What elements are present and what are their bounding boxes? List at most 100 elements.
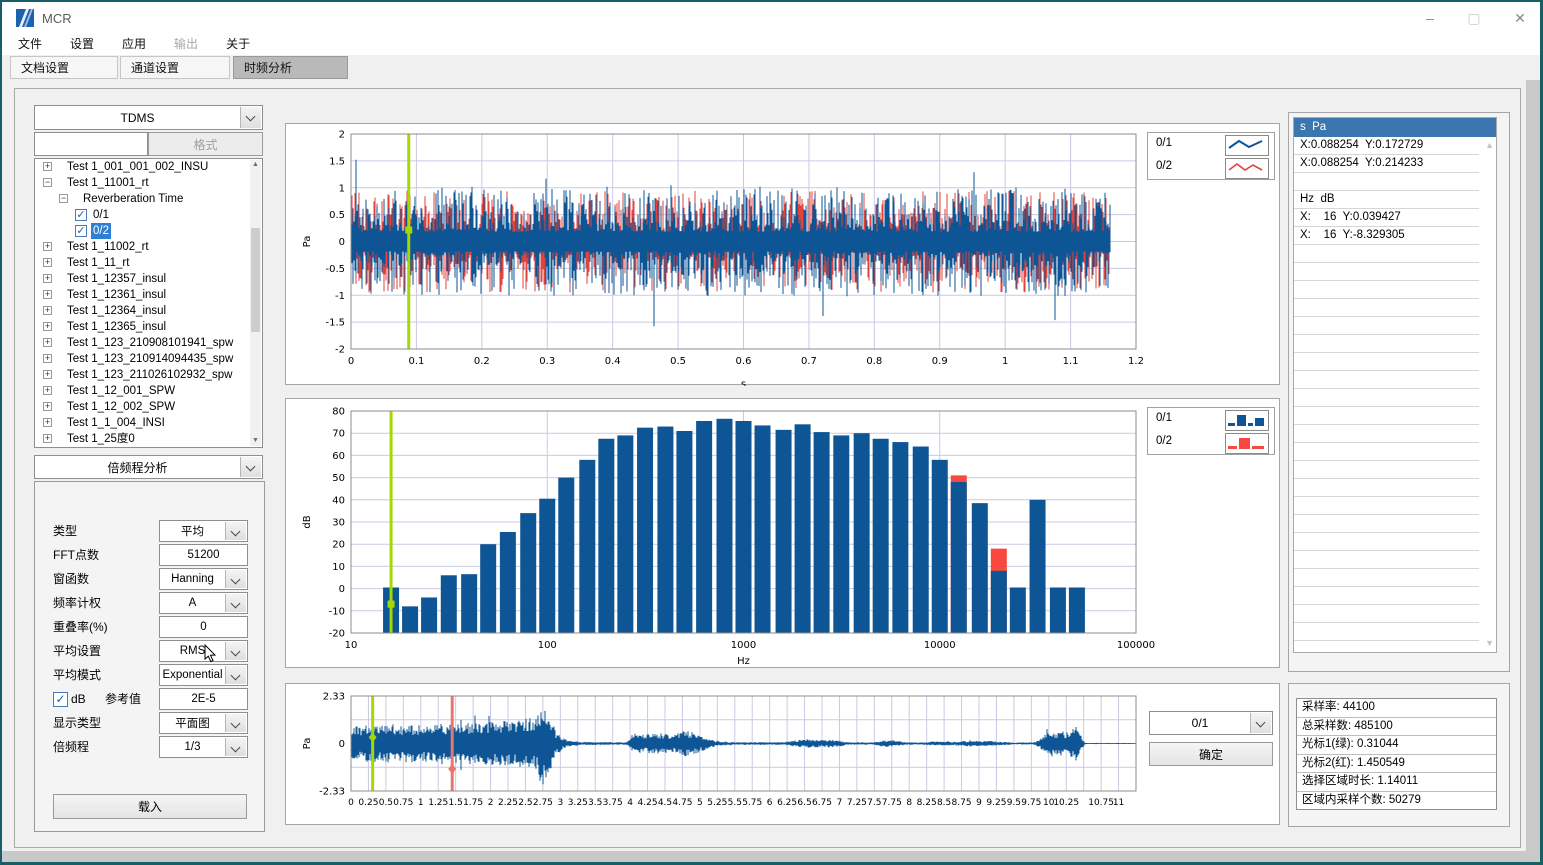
form-select-4[interactable]: A: [159, 592, 248, 614]
tree-row[interactable]: + Test 1_11_rt: [35, 255, 262, 271]
tab-3[interactable]: 时频分析: [233, 56, 348, 79]
readout-row[interactable]: [1294, 407, 1479, 425]
readout-row[interactable]: [1294, 461, 1479, 479]
expand-icon[interactable]: +: [43, 242, 52, 251]
readout-row[interactable]: [1294, 389, 1479, 407]
readout-row[interactable]: [1294, 263, 1479, 281]
readout-row[interactable]: [1294, 425, 1479, 443]
readout-row[interactable]: [1294, 551, 1479, 569]
menu-item-5[interactable]: 关于: [226, 35, 250, 52]
tree-row[interactable]: +Test 1_001_001_002_INSU: [35, 159, 262, 175]
readout-row[interactable]: [1294, 515, 1479, 533]
tree-row[interactable]: + Test 1_1_004_INSI: [35, 415, 262, 431]
tree-row[interactable]: + Test 1_123_211026102932_spw: [35, 367, 262, 383]
tree-row[interactable]: + Test 1_12365_insul: [35, 319, 262, 335]
tree-item-label[interactable]: Test 1_12361_insul: [65, 287, 168, 303]
tree-item-label[interactable]: Test 1_11_rt: [65, 255, 131, 271]
form-input-5[interactable]: 0: [159, 616, 248, 638]
expand-icon[interactable]: +: [43, 434, 52, 443]
load-button[interactable]: 载入: [53, 794, 247, 819]
readout-row[interactable]: [1294, 371, 1479, 389]
menu-item-1[interactable]: 文件: [18, 35, 42, 52]
tree-checkbox[interactable]: ✓: [75, 209, 87, 221]
expand-icon[interactable]: +: [43, 162, 52, 171]
expand-icon[interactable]: +: [43, 306, 52, 315]
tree-item-label[interactable]: Test 1_12_002_SPW: [65, 399, 177, 415]
readout-row[interactable]: Hz dB: [1294, 191, 1479, 209]
green-cursor-handle[interactable]: [388, 601, 395, 608]
tree-row[interactable]: + Test 1_123_210914094435_spw: [35, 351, 262, 367]
db-checkbox[interactable]: ✓: [53, 692, 68, 707]
scroll-up-icon[interactable]: ▲: [1485, 140, 1494, 150]
cursor-readout-list[interactable]: s Pa X:0.088254 Y:0.172729X:0.088254 Y:0…: [1293, 117, 1497, 653]
collapse-icon[interactable]: −: [59, 194, 68, 203]
tree-item-label[interactable]: Test 1_12_001_SPW: [65, 383, 177, 399]
tree-item-label[interactable]: Test 1_12365_insul: [65, 319, 168, 335]
readout-row[interactable]: [1294, 605, 1479, 623]
tree-item-label[interactable]: Reverberation Time: [81, 191, 185, 207]
readout-row[interactable]: [1294, 587, 1479, 605]
analysis-type-dropdown[interactable]: 倍频程分析: [34, 455, 263, 479]
tree-item-label[interactable]: Test 1_123_211026102932_spw: [65, 367, 234, 383]
expand-icon[interactable]: +: [43, 258, 52, 267]
tab-2[interactable]: 通道设置: [120, 56, 230, 79]
tree-row[interactable]: +Test 1_12361_insul: [35, 287, 262, 303]
menu-item-2[interactable]: 设置: [70, 35, 94, 52]
tree-item-label[interactable]: Test 1_1_004_INSI: [65, 415, 167, 431]
expand-icon[interactable]: +: [43, 274, 52, 283]
green-cursor-handle[interactable]: [405, 226, 412, 233]
readout-row[interactable]: [1294, 497, 1479, 515]
tree-item-label[interactable]: Test 1_123_210914094435_spw: [65, 351, 235, 367]
ref-value-input[interactable]: 2E-5: [159, 688, 248, 710]
expand-icon[interactable]: +: [43, 402, 52, 411]
form-select-7[interactable]: Exponential: [159, 664, 248, 686]
readout-row[interactable]: [1294, 479, 1479, 497]
expand-icon[interactable]: +: [43, 338, 52, 347]
expand-icon[interactable]: +: [43, 386, 52, 395]
form-select-10[interactable]: 1/3: [159, 736, 248, 758]
readout-row[interactable]: X: 16 Y:-8.329305: [1294, 227, 1479, 245]
tree-row[interactable]: + Test 1_12357_insul: [35, 271, 262, 287]
tree-item-label[interactable]: Test 1_12364_insul: [65, 303, 168, 319]
readout-row[interactable]: [1294, 533, 1479, 551]
readout-row[interactable]: [1294, 281, 1479, 299]
readout-row[interactable]: [1294, 623, 1479, 641]
minimize-button[interactable]: –: [1410, 6, 1450, 30]
readout-header[interactable]: s Pa: [1294, 118, 1496, 137]
full-record-chart[interactable]: 0/1 确定 00.250.50.7511.251.51.7522.252.52…: [285, 683, 1280, 825]
tree-row[interactable]: ✓ 0/1: [35, 207, 262, 223]
readout-row[interactable]: [1294, 299, 1479, 317]
readout-row[interactable]: [1294, 641, 1479, 653]
readout-row[interactable]: [1294, 569, 1479, 587]
expand-icon[interactable]: +: [43, 354, 52, 363]
file-format-dropdown[interactable]: TDMS: [34, 105, 263, 130]
tree-row[interactable]: −Test 1_11001_rt: [35, 175, 262, 191]
tree-item-label[interactable]: Test 1_11002_rt: [65, 239, 151, 255]
tree-item-label[interactable]: 0/1: [91, 207, 111, 223]
close-button[interactable]: ✕: [1500, 6, 1540, 30]
tree-row[interactable]: + Test 1_12_002_SPW: [35, 399, 262, 415]
tree-row[interactable]: +Test 1_123_210908101941_spw: [35, 335, 262, 351]
expand-icon[interactable]: +: [43, 322, 52, 331]
scroll-up-icon[interactable]: ▲: [251, 160, 260, 170]
tree-row[interactable]: + Test 1_11002_rt: [35, 239, 262, 255]
readout-row[interactable]: [1294, 317, 1479, 335]
tree-item-label[interactable]: Test 1_12357_insul: [65, 271, 168, 287]
tree-scrollbar[interactable]: ▲▼: [250, 160, 261, 446]
file-tree[interactable]: +Test 1_001_001_002_INSU−Test 1_11001_rt…: [34, 158, 263, 448]
scroll-down-icon[interactable]: ▼: [1485, 638, 1494, 648]
readout-row[interactable]: [1294, 443, 1479, 461]
maximize-button[interactable]: ▢: [1454, 6, 1494, 30]
expand-icon[interactable]: +: [43, 370, 52, 379]
tree-item-label[interactable]: 0/2: [91, 223, 111, 239]
menu-item-4[interactable]: 输出: [174, 35, 198, 52]
tree-item-label[interactable]: Test 1_11001_rt: [65, 175, 151, 191]
expand-icon[interactable]: +: [43, 418, 52, 427]
tree-row[interactable]: +Test 1_25度0: [35, 431, 262, 447]
vertical-scrollbar[interactable]: [1526, 80, 1540, 852]
tab-1[interactable]: 文档设置: [10, 56, 118, 79]
scroll-down-icon[interactable]: ▼: [251, 436, 260, 446]
tree-row[interactable]: ✓0/2: [35, 223, 262, 239]
scrollbar-thumb[interactable]: [251, 228, 260, 332]
octave-spectrum-chart[interactable]: 0/10/2 -20-10010203040506070801010010001…: [285, 398, 1280, 668]
